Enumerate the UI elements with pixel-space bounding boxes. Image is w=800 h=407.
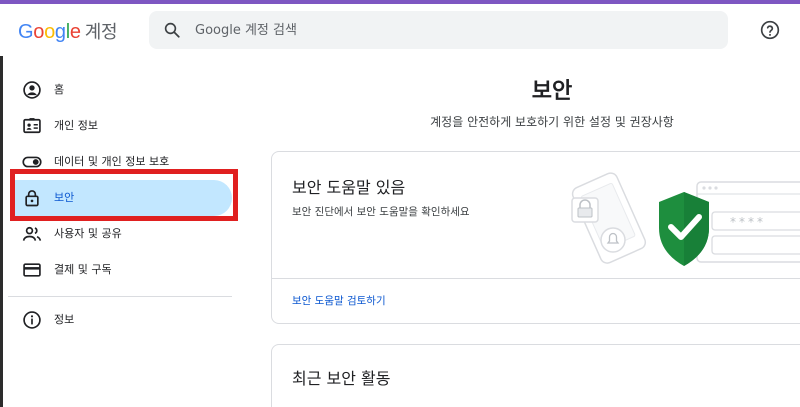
- search-bar[interactable]: [149, 11, 728, 49]
- sidebar-item-label: 홈: [54, 83, 65, 96]
- sidebar-item-label: 정보: [54, 313, 75, 326]
- google-wordmark: Google: [18, 21, 81, 43]
- security-illustration: ****: [571, 172, 800, 266]
- card-description: 보안 진단에서 보안 도움말을 확인하세요: [292, 206, 470, 218]
- recent-security-activity-card: 최근 보안 활동: [271, 344, 800, 407]
- security-tips-card: 보안 도움말 있음 보안 진단에서 보안 도움말을 확인하세요 **** 보안 …: [271, 151, 800, 324]
- help-icon[interactable]: [760, 20, 780, 40]
- sidebar-item-payments[interactable]: 결제 및 구독: [12, 252, 232, 288]
- account-circle-icon: [23, 81, 41, 99]
- id-card-icon: [23, 118, 41, 134]
- people-icon: [22, 226, 42, 241]
- info-icon: [23, 311, 41, 329]
- sidebar-item-data-privacy[interactable]: 데이터 및 개인 정보 보호: [12, 144, 232, 180]
- credit-card-icon: [23, 263, 41, 277]
- page-subtitle: 계정을 안전하게 보호하기 위한 설정 및 권장사항: [430, 115, 674, 129]
- sidebar-item-label: 사용자 및 공유: [54, 227, 122, 240]
- card-title: 최근 보안 활동: [292, 369, 391, 388]
- window-left-edge: [0, 56, 3, 407]
- review-security-tips-link[interactable]: 보안 도움말 검토하기: [292, 293, 386, 308]
- toggle-icon: [22, 156, 42, 168]
- sidebar-item-people-sharing[interactable]: 사용자 및 공유: [12, 216, 232, 252]
- sidebar-item-personal-info[interactable]: 개인 정보: [12, 108, 232, 144]
- password-mask: ****: [730, 215, 766, 229]
- sidebar-divider: [8, 296, 232, 297]
- sidebar-item-label: 데이터 및 개인 정보 보호: [54, 155, 170, 168]
- page-title: 보안: [531, 79, 573, 104]
- sidebar-item-about[interactable]: 정보: [12, 302, 232, 338]
- card-title: 보안 도움말 있음: [292, 178, 406, 197]
- sidebar-item-label: 개인 정보: [54, 119, 98, 132]
- app-header: Google 계정: [0, 4, 800, 56]
- sidebar-item-home[interactable]: 홈: [12, 72, 232, 108]
- card-divider: [272, 278, 800, 279]
- sidebar-item-security[interactable]: 보안: [12, 180, 232, 216]
- product-name: 계정: [84, 22, 118, 43]
- sidebar-item-label: 결제 및 구독: [54, 263, 112, 276]
- google-account-logo[interactable]: Google 계정: [18, 18, 118, 44]
- search-input[interactable]: [195, 11, 715, 49]
- lock-icon: [25, 190, 39, 207]
- search-icon: [164, 22, 180, 38]
- sidebar-item-label: 보안: [54, 191, 75, 204]
